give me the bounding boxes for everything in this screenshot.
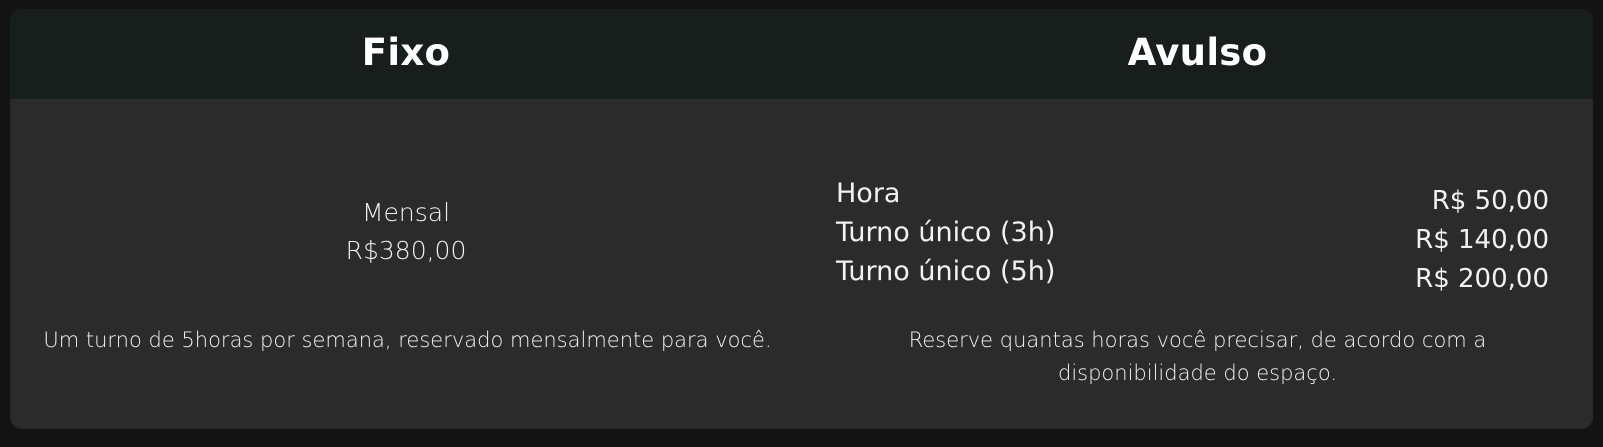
fixo-price-value: R$380,00	[345, 236, 467, 265]
pricing-card: Fixo Avulso Mensal R$380,00 Hora Turno ú…	[10, 9, 1593, 429]
fixo-title: Fixo	[361, 31, 451, 74]
avulso-option-label: Turno único (5h)	[836, 256, 1056, 287]
avulso-options-prices: R$ 50,00 R$ 140,00 R$ 200,00	[1415, 182, 1549, 299]
fixo-plan-price: Mensal R$380,00	[10, 194, 802, 270]
avulso-option-price: R$ 50,00	[1431, 186, 1549, 216]
avulso-option-label: Turno único (3h)	[836, 217, 1056, 248]
avulso-option-price: R$ 140,00	[1415, 225, 1549, 255]
pricing-header: Fixo Avulso	[10, 9, 1593, 99]
avulso-option-price: R$ 200,00	[1415, 264, 1549, 294]
fixo-description: Um turno de 5horas por semana, reservado…	[43, 328, 772, 352]
avulso-option-label: Hora	[836, 178, 901, 209]
fixo-period: Mensal	[361, 198, 451, 227]
avulso-title: Avulso	[1127, 31, 1268, 74]
avulso-description: Reserve quantas horas você precisar, de …	[908, 328, 1487, 385]
avulso-options-labels: Hora Turno único (3h) Turno único (5h)	[836, 174, 1055, 291]
